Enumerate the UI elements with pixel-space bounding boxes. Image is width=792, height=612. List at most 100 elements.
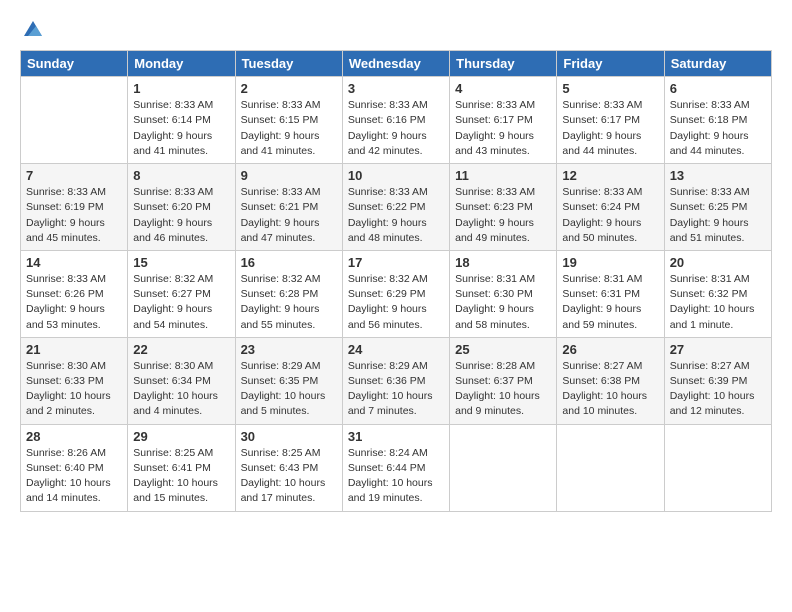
- calendar-table: SundayMondayTuesdayWednesdayThursdayFrid…: [20, 50, 772, 511]
- day-info: Sunrise: 8:32 AM Sunset: 6:28 PM Dayligh…: [241, 272, 337, 333]
- day-number: 10: [348, 168, 444, 183]
- day-info: Sunrise: 8:32 AM Sunset: 6:29 PM Dayligh…: [348, 272, 444, 333]
- day-number: 11: [455, 168, 551, 183]
- weekday-header-sunday: Sunday: [21, 51, 128, 77]
- calendar-cell: 17 Sunrise: 8:32 AM Sunset: 6:29 PM Dayli…: [342, 250, 449, 337]
- day-number: 30: [241, 429, 337, 444]
- calendar-cell: 6Sunrise: 8:33 AM Sunset: 6:18 PM Daylig…: [664, 77, 771, 164]
- calendar-cell: 27 Sunrise: 8:27 AM Sunset: 6:39 PM Dayli…: [664, 337, 771, 424]
- calendar-cell: 4 Sunrise: 8:33 AM Sunset: 6:17 PM Daylig…: [450, 77, 557, 164]
- weekday-header-thursday: Thursday: [450, 51, 557, 77]
- day-number: 20: [670, 255, 766, 270]
- day-info: Sunrise: 8:26 AM Sunset: 6:40 PM Dayligh…: [26, 446, 122, 507]
- day-number: 17: [348, 255, 444, 270]
- day-number: 14: [26, 255, 122, 270]
- calendar-cell: 2 Sunrise: 8:33 AM Sunset: 6:15 PM Daylig…: [235, 77, 342, 164]
- calendar-cell: 20 Sunrise: 8:31 AM Sunset: 6:32 PM Dayli…: [664, 250, 771, 337]
- day-info: Sunrise: 8:33 AM Sunset: 6:23 PM Dayligh…: [455, 185, 551, 246]
- calendar-cell: 1 Sunrise: 8:33 AM Sunset: 6:14 PM Daylig…: [128, 77, 235, 164]
- day-info: Sunrise: 8:31 AM Sunset: 6:31 PM Dayligh…: [562, 272, 658, 333]
- logo-icon: [22, 18, 44, 40]
- logo: [20, 16, 44, 40]
- day-info: Sunrise: 8:33 AM Sunset: 6:17 PM Dayligh…: [455, 98, 551, 159]
- day-info: Sunrise: 8:24 AM Sunset: 6:44 PM Dayligh…: [348, 446, 444, 507]
- calendar-cell: 7Sunrise: 8:33 AM Sunset: 6:19 PM Daylig…: [21, 164, 128, 251]
- day-info: Sunrise: 8:30 AM Sunset: 6:33 PM Dayligh…: [26, 359, 122, 420]
- day-number: 28: [26, 429, 122, 444]
- day-info: Sunrise: 8:33 AM Sunset: 6:21 PM Dayligh…: [241, 185, 337, 246]
- day-number: 21: [26, 342, 122, 357]
- day-number: 1: [133, 81, 229, 96]
- calendar-cell: 8 Sunrise: 8:33 AM Sunset: 6:20 PM Daylig…: [128, 164, 235, 251]
- calendar-cell: 25 Sunrise: 8:28 AM Sunset: 6:37 PM Dayli…: [450, 337, 557, 424]
- day-info: Sunrise: 8:31 AM Sunset: 6:30 PM Dayligh…: [455, 272, 551, 333]
- day-number: 25: [455, 342, 551, 357]
- day-info: Sunrise: 8:25 AM Sunset: 6:43 PM Dayligh…: [241, 446, 337, 507]
- day-number: 3: [348, 81, 444, 96]
- calendar-cell: [557, 424, 664, 511]
- day-number: 26: [562, 342, 658, 357]
- day-number: 2: [241, 81, 337, 96]
- calendar-cell: 23 Sunrise: 8:29 AM Sunset: 6:35 PM Dayli…: [235, 337, 342, 424]
- day-info: Sunrise: 8:27 AM Sunset: 6:38 PM Dayligh…: [562, 359, 658, 420]
- calendar-cell: 5 Sunrise: 8:33 AM Sunset: 6:17 PM Daylig…: [557, 77, 664, 164]
- weekday-header-wednesday: Wednesday: [342, 51, 449, 77]
- day-info: Sunrise: 8:30 AM Sunset: 6:34 PM Dayligh…: [133, 359, 229, 420]
- calendar-cell: 21 Sunrise: 8:30 AM Sunset: 6:33 PM Dayli…: [21, 337, 128, 424]
- day-number: 15: [133, 255, 229, 270]
- day-number: 16: [241, 255, 337, 270]
- day-info: Sunrise: 8:32 AM Sunset: 6:27 PM Dayligh…: [133, 272, 229, 333]
- logo-text: [20, 16, 44, 40]
- day-info: Sunrise: 8:33 AM Sunset: 6:20 PM Dayligh…: [133, 185, 229, 246]
- day-number: 7: [26, 168, 122, 183]
- calendar-cell: 19 Sunrise: 8:31 AM Sunset: 6:31 PM Dayli…: [557, 250, 664, 337]
- calendar-cell: 22Sunrise: 8:30 AM Sunset: 6:34 PM Dayli…: [128, 337, 235, 424]
- day-number: 13: [670, 168, 766, 183]
- day-number: 9: [241, 168, 337, 183]
- calendar-cell: [21, 77, 128, 164]
- calendar-cell: 14 Sunrise: 8:33 AM Sunset: 6:26 PM Dayli…: [21, 250, 128, 337]
- weekday-header-monday: Monday: [128, 51, 235, 77]
- day-number: 31: [348, 429, 444, 444]
- weekday-header-friday: Friday: [557, 51, 664, 77]
- day-info: Sunrise: 8:29 AM Sunset: 6:36 PM Dayligh…: [348, 359, 444, 420]
- day-info: Sunrise: 8:33 AM Sunset: 6:22 PM Dayligh…: [348, 185, 444, 246]
- calendar-cell: 15 Sunrise: 8:32 AM Sunset: 6:27 PM Dayli…: [128, 250, 235, 337]
- calendar-cell: 28 Sunrise: 8:26 AM Sunset: 6:40 PM Dayli…: [21, 424, 128, 511]
- day-number: 19: [562, 255, 658, 270]
- day-info: Sunrise: 8:33 AM Sunset: 6:25 PM Dayligh…: [670, 185, 766, 246]
- calendar-cell: 11 Sunrise: 8:33 AM Sunset: 6:23 PM Dayli…: [450, 164, 557, 251]
- day-info: Sunrise: 8:28 AM Sunset: 6:37 PM Dayligh…: [455, 359, 551, 420]
- calendar-cell: 9 Sunrise: 8:33 AM Sunset: 6:21 PM Daylig…: [235, 164, 342, 251]
- day-number: 29: [133, 429, 229, 444]
- calendar-cell: 29Sunrise: 8:25 AM Sunset: 6:41 PM Dayli…: [128, 424, 235, 511]
- calendar-cell: 18 Sunrise: 8:31 AM Sunset: 6:30 PM Dayli…: [450, 250, 557, 337]
- day-info: Sunrise: 8:33 AM Sunset: 6:17 PM Dayligh…: [562, 98, 658, 159]
- calendar-cell: 24 Sunrise: 8:29 AM Sunset: 6:36 PM Dayli…: [342, 337, 449, 424]
- day-info: Sunrise: 8:33 AM Sunset: 6:16 PM Dayligh…: [348, 98, 444, 159]
- day-number: 27: [670, 342, 766, 357]
- day-number: 4: [455, 81, 551, 96]
- day-number: 23: [241, 342, 337, 357]
- calendar-cell: 26 Sunrise: 8:27 AM Sunset: 6:38 PM Dayli…: [557, 337, 664, 424]
- day-number: 8: [133, 168, 229, 183]
- weekday-header-tuesday: Tuesday: [235, 51, 342, 77]
- day-info: Sunrise: 8:33 AM Sunset: 6:18 PM Dayligh…: [670, 98, 766, 159]
- page-container: SundayMondayTuesdayWednesdayThursdayFrid…: [0, 0, 792, 522]
- day-info: Sunrise: 8:33 AM Sunset: 6:26 PM Dayligh…: [26, 272, 122, 333]
- day-number: 5: [562, 81, 658, 96]
- calendar-cell: 3 Sunrise: 8:33 AM Sunset: 6:16 PM Daylig…: [342, 77, 449, 164]
- day-info: Sunrise: 8:33 AM Sunset: 6:14 PM Dayligh…: [133, 98, 229, 159]
- day-info: Sunrise: 8:33 AM Sunset: 6:24 PM Dayligh…: [562, 185, 658, 246]
- day-info: Sunrise: 8:33 AM Sunset: 6:15 PM Dayligh…: [241, 98, 337, 159]
- day-info: Sunrise: 8:31 AM Sunset: 6:32 PM Dayligh…: [670, 272, 766, 333]
- header: [20, 16, 772, 40]
- day-number: 24: [348, 342, 444, 357]
- calendar-cell: 10 Sunrise: 8:33 AM Sunset: 6:22 PM Dayli…: [342, 164, 449, 251]
- day-info: Sunrise: 8:29 AM Sunset: 6:35 PM Dayligh…: [241, 359, 337, 420]
- day-info: Sunrise: 8:27 AM Sunset: 6:39 PM Dayligh…: [670, 359, 766, 420]
- calendar-cell: 31 Sunrise: 8:24 AM Sunset: 6:44 PM Dayli…: [342, 424, 449, 511]
- day-number: 18: [455, 255, 551, 270]
- calendar-cell: [450, 424, 557, 511]
- calendar-cell: 12Sunrise: 8:33 AM Sunset: 6:24 PM Dayli…: [557, 164, 664, 251]
